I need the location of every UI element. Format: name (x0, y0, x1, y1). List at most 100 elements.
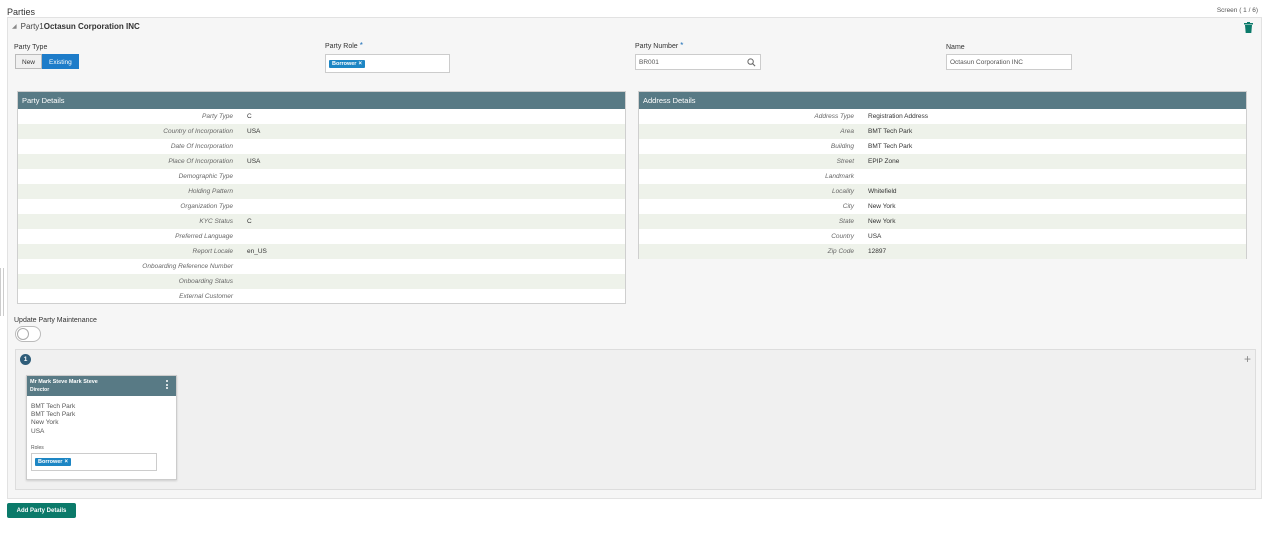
detail-label: Date Of Incorporation (170, 143, 233, 150)
related-parties-area: 1 + Mr Mark Steve Mark Steve Director BM… (15, 349, 1256, 490)
detail-row: State New York (639, 214, 1246, 229)
party-name: Octasun Corporation INC (43, 22, 140, 31)
detail-value: 12897 (868, 248, 887, 255)
detail-value: en_US (247, 248, 267, 255)
card-address: BMT Tech Park BMT Tech Park New York USA (27, 396, 176, 436)
borrower-chip-label: Borrower (38, 458, 63, 465)
detail-label: Building (830, 143, 854, 150)
detail-row: Party Type C (18, 109, 625, 124)
detail-value: Registration Address (868, 113, 928, 120)
detail-label: Zip Code (827, 248, 854, 255)
plus-icon[interactable]: + (1244, 353, 1251, 365)
card-address-line: New York (31, 419, 59, 427)
update-party-maintenance-switch[interactable] (15, 326, 41, 342)
detail-row: Report Locale en_US (18, 244, 625, 259)
party-number-label: Party Number * (635, 41, 683, 50)
party-number-label-text: Party Number (635, 43, 679, 50)
party-prefix: Party1 (20, 22, 44, 31)
party-role-input[interactable]: Borrower × (325, 54, 450, 73)
detail-row: Building BMT Tech Park (639, 139, 1246, 154)
detail-row: Place Of Incorporation USA (18, 154, 625, 169)
card-address-line: BMT Tech Park (31, 403, 76, 410)
card-roles-input[interactable]: Borrower × (31, 452, 157, 471)
switch-knob (17, 328, 29, 340)
detail-row: Onboarding Status (18, 274, 625, 289)
detail-row: Address Type Registration Address (639, 109, 1246, 124)
detail-label: Party Type (202, 113, 233, 120)
update-party-maintenance-label: Update Party Maintenance (14, 317, 97, 324)
kebab-menu-icon[interactable] (166, 380, 169, 391)
search-icon[interactable] (747, 58, 756, 67)
address-details-title: Address Details (639, 92, 1246, 109)
party-number-input[interactable]: BR001 (635, 54, 761, 70)
caret-down-icon[interactable]: ◢ (12, 23, 17, 30)
detail-label: External Customer (179, 293, 233, 300)
detail-label: Place Of Incorporation (168, 158, 233, 165)
borrower-chip: Borrower × (35, 457, 71, 466)
add-party-details-button[interactable]: Add Party Details (7, 503, 76, 518)
party-role-label-text: Party Role (325, 43, 358, 50)
detail-row: Holding Pattern (18, 184, 625, 199)
detail-row: Country of Incorporation USA (18, 124, 625, 139)
detail-value: USA (247, 128, 261, 135)
party-type-label: Party Type (14, 44, 48, 51)
detail-value: C (247, 113, 252, 120)
detail-row: Area BMT Tech Park (639, 124, 1246, 139)
x-icon[interactable]: × (358, 61, 362, 67)
detail-value: USA (247, 158, 261, 165)
trash-icon[interactable] (1244, 22, 1253, 33)
name-label: Name (946, 44, 965, 51)
detail-value: USA (868, 233, 882, 240)
detail-row: External Customer (18, 289, 625, 304)
detail-value: Whitefield (868, 188, 897, 195)
detail-label: Demographic Type (178, 173, 233, 180)
detail-label: Locality (831, 188, 854, 195)
detail-row: Onboarding Reference Number (18, 259, 625, 274)
detail-row: Country USA (639, 229, 1246, 244)
required-mark: * (680, 41, 684, 50)
page-title: Parties (7, 7, 36, 17)
related-party-card[interactable]: Mr Mark Steve Mark Steve Director BMT Te… (26, 375, 177, 480)
party-type-existing-button[interactable]: Existing (42, 54, 79, 69)
detail-label: Country of Incorporation (163, 128, 233, 135)
name-input[interactable]: Octasun Corporation INC (946, 54, 1072, 70)
detail-row: Organization Type (18, 199, 625, 214)
required-mark: * (359, 41, 363, 50)
detail-label: KYC Status (199, 218, 233, 225)
detail-row: Demographic Type (18, 169, 625, 184)
party-type-toggle: New Existing (15, 54, 79, 69)
detail-value: BMT Tech Park (868, 128, 913, 135)
borrower-chip: Borrower × (329, 59, 365, 68)
party-section: ◢ Party1 Octasun Corporation INC Party T… (7, 17, 1262, 499)
detail-row: Landmark (639, 169, 1246, 184)
detail-label: Onboarding Status (178, 278, 233, 285)
detail-row: Street EPIP Zone (639, 154, 1246, 169)
borrower-chip-label: Borrower (332, 60, 357, 67)
detail-label: Area (840, 128, 854, 135)
card-role: Director (30, 387, 50, 393)
detail-value: BMT Tech Park (868, 143, 913, 150)
side-drag-handle[interactable] (0, 268, 4, 316)
party-header[interactable]: ◢ Party1 Octasun Corporation INC (12, 22, 140, 31)
name-value: Octasun Corporation INC (950, 58, 1023, 66)
detail-label: Organization Type (180, 203, 233, 210)
detail-value: C (247, 218, 252, 225)
party-details-panel: Party Details Party Type C Country of Inco… (17, 91, 626, 304)
detail-row: City New York (639, 199, 1246, 214)
detail-label: Country (831, 233, 854, 240)
detail-row: Date Of Incorporation (18, 139, 625, 154)
screen-indicator: Screen ( 1 / 6) (1216, 7, 1258, 14)
detail-row: Zip Code 12897 (639, 244, 1246, 259)
detail-value: EPIP Zone (868, 158, 900, 165)
party-number-value: BR001 (639, 58, 659, 66)
detail-label: Street (836, 158, 854, 165)
detail-label: Report Locale (192, 248, 233, 255)
card-name: Mr Mark Steve Mark Steve (30, 379, 98, 385)
party-type-new-button[interactable]: New (15, 54, 43, 69)
detail-label: Landmark (825, 173, 854, 180)
detail-label: Onboarding Reference Number (142, 263, 233, 270)
detail-value: New York (868, 218, 896, 225)
card-address-line: BMT Tech Park (31, 411, 76, 419)
related-parties-count: 1 (20, 354, 31, 365)
x-icon[interactable]: × (64, 459, 68, 465)
